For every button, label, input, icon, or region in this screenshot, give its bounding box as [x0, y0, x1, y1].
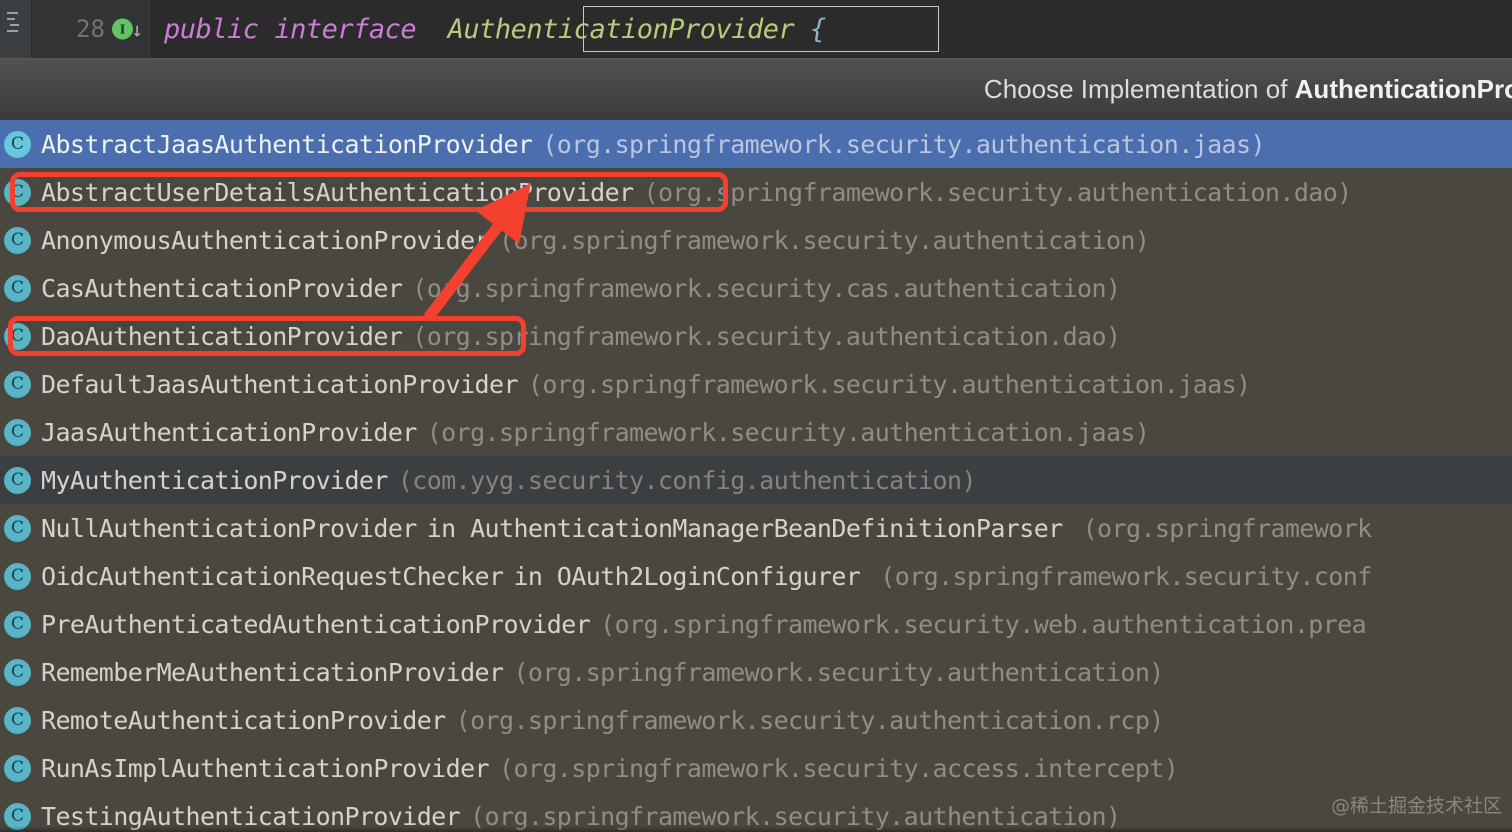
screen: 28 I ↓ public interface AuthenticationPr… — [0, 0, 1512, 832]
watermark: @稀土掘金技术社区 — [1330, 795, 1502, 817]
list-item-package: (org.springframework.security.authentica… — [527, 369, 1251, 399]
class-icon: C — [4, 610, 31, 638]
list-item-package: (org.springframework — [1082, 513, 1373, 543]
list-item-package: (org.springframework.security.authentica… — [499, 225, 1150, 255]
open-brace: { — [810, 13, 826, 45]
list-item[interactable]: C RememberMeAuthenticationProvider (org.sp… — [0, 648, 1512, 696]
popup-header: Choose Implementation of AuthenticationP… — [0, 58, 1512, 120]
class-icon: C — [4, 226, 31, 254]
list-item-class-name: AnonymousAuthenticationProvider — [41, 225, 490, 255]
list-item[interactable]: C RemoteAuthenticationProvider (org.spring… — [0, 696, 1512, 744]
class-icon: C — [4, 466, 31, 494]
list-item[interactable]: C OidcAuthenticationRequestChecker in OAut… — [0, 552, 1512, 600]
class-icon: C — [4, 418, 31, 446]
structure-rail-icon — [4, 8, 26, 42]
class-icon: C — [4, 658, 31, 686]
list-item[interactable]: C AbstractUserDetailsAuthenticationProvid… — [0, 168, 1512, 216]
list-item-class-name: RunAsImplAuthenticationProvider — [41, 753, 490, 783]
list-bottom-shadow — [0, 826, 1512, 832]
list-item[interactable]: C PreAuthenticatedAuthenticationProvider (… — [0, 600, 1512, 648]
list-item-package: (org.springframework.security.authentica… — [426, 417, 1150, 447]
list-item-package: (org.springframework.security.cas.authen… — [412, 273, 1121, 303]
arrow-down-icon: ↓ — [131, 17, 144, 41]
interface-marker-icon: I — [112, 18, 133, 40]
list-item-class-name: JaasAuthenticationProvider — [41, 417, 417, 447]
list-item-container: in AuthenticationManagerBeanDefinitionPa… — [426, 513, 1063, 543]
list-item[interactable]: C DefaultJaasAuthenticationProvider (org.s… — [0, 360, 1512, 408]
class-icon: C — [4, 274, 31, 302]
list-item[interactable]: C RunAsImplAuthenticationProvider (org.spr… — [0, 744, 1512, 792]
line-number: 28 — [76, 15, 105, 43]
list-item-package: (org.springframework.security.authentica… — [513, 657, 1164, 687]
list-item-package: (org.springframework.security.access.int… — [499, 753, 1179, 783]
implementation-gutter-marker[interactable]: I ↓ — [112, 17, 144, 41]
list-item-class-name: DefaultJaasAuthenticationProvider — [41, 369, 519, 399]
code-area[interactable]: public interface AuthenticationProvider … — [150, 0, 1512, 58]
list-item-class-name: OidcAuthenticationRequestChecker — [41, 561, 504, 591]
code-line: public interface AuthenticationProvider … — [164, 14, 826, 45]
list-item-class-name: NullAuthenticationProvider — [41, 513, 417, 543]
editor-gutter[interactable]: 28 I ↓ — [32, 0, 150, 58]
class-icon: C — [4, 706, 31, 734]
implementation-list[interactable]: C AbstractJaasAuthenticationProvider (org.… — [0, 120, 1512, 832]
list-item-package: (org.springframework.security.web.authen… — [600, 609, 1367, 639]
list-item-package: (org.springframework.security.authentica… — [412, 321, 1121, 351]
class-icon: C — [4, 562, 31, 590]
list-item-class-name: RememberMeAuthenticationProvider — [41, 657, 504, 687]
class-icon: C — [4, 370, 31, 398]
list-item-container: in OAuth2LoginConfigurer — [513, 561, 861, 591]
interface-name: AuthenticationProvider — [447, 13, 795, 45]
popup-title: Choose Implementation of AuthenticationP… — [984, 74, 1512, 105]
keyword-public: public — [164, 13, 259, 45]
popup-title-prefix: Choose Implementation of — [983, 74, 1295, 104]
list-item[interactable]: C CasAuthenticationProvider (org.springfra… — [0, 264, 1512, 312]
list-item-class-name: DaoAuthenticationProvider — [41, 321, 403, 351]
class-icon: C — [4, 514, 31, 542]
list-item-class-name: MyAuthenticationProvider — [41, 465, 388, 495]
popup-title-target: AuthenticationPro — [1294, 74, 1512, 104]
editor-strip: 28 I ↓ public interface AuthenticationPr… — [0, 0, 1512, 58]
list-item-package: (com.yyg.security.config.authentication) — [397, 465, 977, 495]
class-icon: C — [4, 322, 31, 350]
class-icon: C — [4, 754, 31, 782]
class-icon: C — [4, 178, 31, 206]
list-item-class-name: AbstractJaasAuthenticationProvider — [41, 129, 533, 159]
list-item[interactable]: C AbstractJaasAuthenticationProvider (org.… — [0, 120, 1512, 168]
tool-window-rail[interactable] — [0, 0, 32, 58]
list-item-class-name: PreAuthenticatedAuthenticationProvider — [41, 609, 591, 639]
list-item-package: (org.springframework.security.authentica… — [643, 177, 1353, 207]
list-item[interactable]: C AnonymousAuthenticationProvider (org.spr… — [0, 216, 1512, 264]
list-item-class-name: CasAuthenticationProvider — [41, 273, 403, 303]
list-item-class-name: RemoteAuthenticationProvider — [41, 705, 446, 735]
keyword-interface: interface — [274, 13, 417, 45]
list-item-package: (org.springframework.security.authentica… — [542, 129, 1265, 159]
list-item[interactable]: C MyAuthenticationProvider (com.yyg.securi… — [0, 456, 1512, 504]
list-item-package: (org.springframework.security.conf — [880, 561, 1372, 591]
list-item[interactable]: C DaoAuthenticationProvider (org.springfra… — [0, 312, 1512, 360]
list-item-package: (org.springframework.security.authentica… — [455, 705, 1165, 735]
list-item[interactable]: C JaasAuthenticationProvider (org.springfr… — [0, 408, 1512, 456]
list-item-class-name: AbstractUserDetailsAuthenticationProvide… — [41, 177, 634, 207]
list-item[interactable]: C NullAuthenticationProvider in Authentica… — [0, 504, 1512, 552]
class-icon: C — [4, 130, 31, 158]
